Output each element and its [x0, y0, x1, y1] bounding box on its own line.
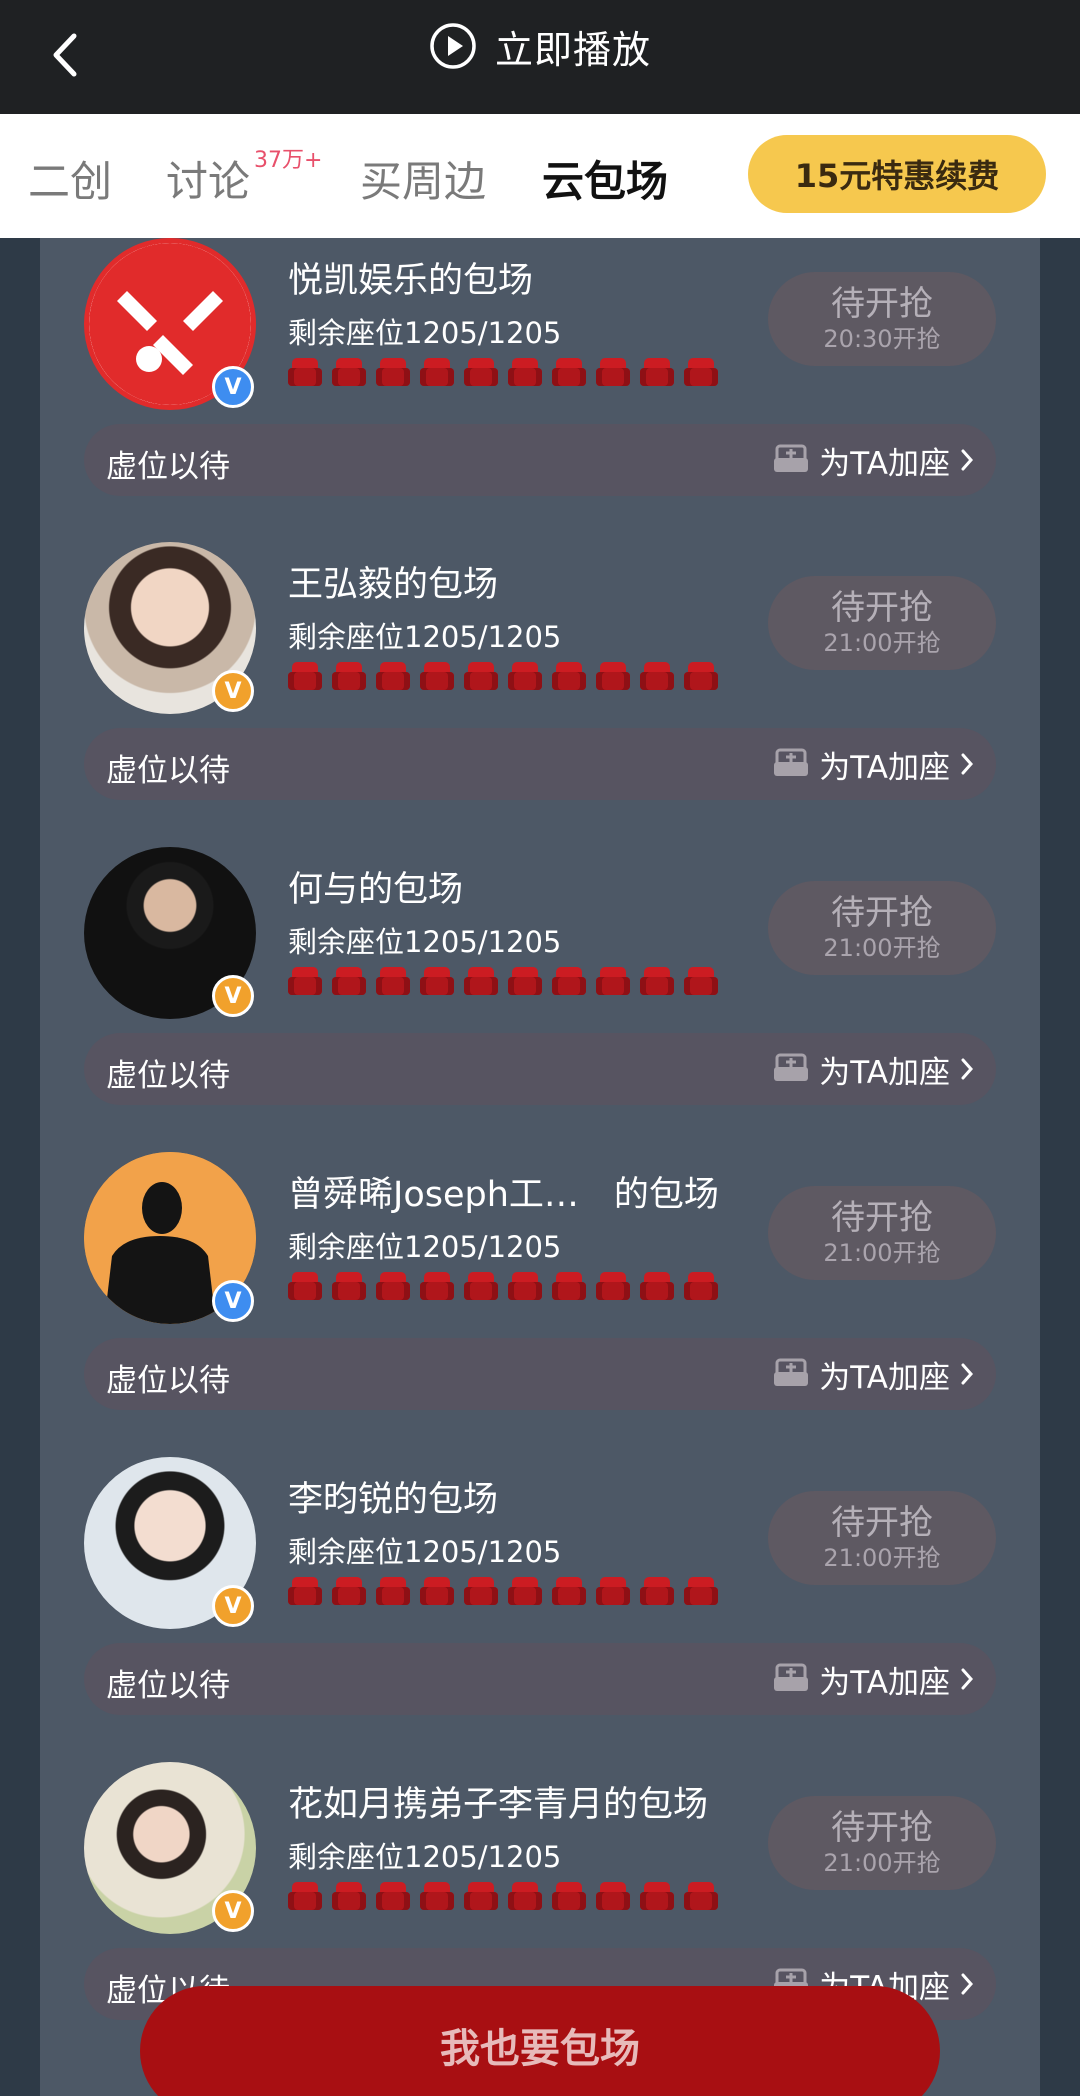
- booking-title: 曾舜晞Joseph工… 的包场: [288, 1175, 719, 1215]
- grab-time: 21:00开抢: [823, 1849, 941, 1877]
- booking-card: V 悦凯娱乐的包场 剩余座位1205/1205 待开抢 20:30开抢 虚位以待…: [0, 0, 1080, 496]
- seat-icon: [640, 1882, 674, 1910]
- booking-card: V 李昀锐的包场 剩余座位1205/1205 待开抢 21:00开抢 虚位以待 …: [0, 1219, 1080, 1715]
- seat-icon: [376, 1882, 410, 1910]
- seat-icon: [508, 1882, 542, 1910]
- booking-title: 悦凯娱乐的包场: [288, 261, 534, 301]
- seat-icon: [464, 1882, 498, 1910]
- seat-icon: [552, 1882, 586, 1910]
- seat-icon: [596, 1882, 630, 1910]
- booking-title: 王弘毅的包场: [288, 565, 499, 605]
- booking-title: 何与的包场: [288, 870, 464, 910]
- booking-card: V 何与的包场 剩余座位1205/1205 待开抢 21:00开抢 虚位以待 为…: [0, 609, 1080, 1105]
- chevron-right-icon: [961, 1973, 974, 1995]
- remaining-seats: 剩余座位1205/1205: [288, 1840, 562, 1874]
- booking-title: 李昀锐的包场: [288, 1480, 499, 1520]
- seat-icons-row: [288, 1882, 718, 1910]
- verified-badge-icon: V: [212, 1890, 254, 1932]
- seat-icon: [288, 1882, 322, 1910]
- seat-icon: [332, 1882, 366, 1910]
- seat-icon: [420, 1882, 454, 1910]
- create-booking-button[interactable]: 我也要包场: [140, 1986, 940, 2096]
- create-booking-label: 我也要包场: [440, 2026, 640, 2072]
- booking-title: 花如月携弟子李青月的包场: [288, 1785, 709, 1825]
- grab-status: 待开抢: [831, 1808, 933, 1848]
- booking-card: V 曾舜晞Joseph工… 的包场 剩余座位1205/1205 待开抢 21:0…: [0, 914, 1080, 1410]
- grab-button[interactable]: 待开抢 21:00开抢: [768, 1796, 996, 1890]
- booking-card: V 花如月携弟子李青月的包场 剩余座位1205/1205 待开抢 21:00开抢…: [0, 1524, 1080, 2020]
- seat-icon: [684, 1882, 718, 1910]
- booking-card: V 王弘毅的包场 剩余座位1205/1205 待开抢 21:00开抢 虚位以待 …: [0, 304, 1080, 800]
